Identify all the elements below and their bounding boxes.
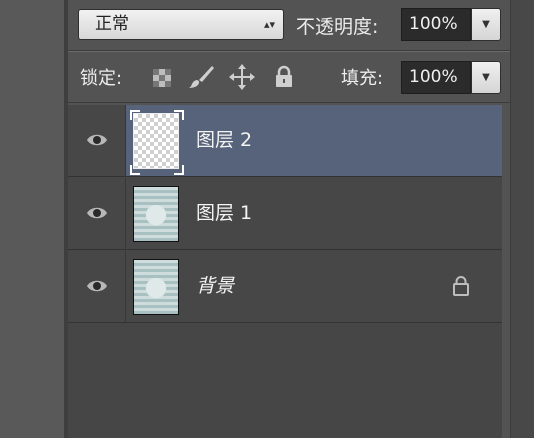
layer-thumbnail (133, 113, 179, 169)
layer-row-layer-1[interactable]: 图层 1 (68, 178, 502, 250)
opacity-label: 不透明度: (296, 16, 379, 38)
left-panel-strip (0, 0, 66, 438)
selection-corner (174, 165, 184, 175)
fill-label: 填充: (341, 68, 384, 89)
opacity-field[interactable]: 100% (401, 8, 471, 41)
lock-transparent-pixels-icon[interactable] (152, 68, 172, 88)
blend-mode-select[interactable]: 正常 ▴▾ (78, 9, 284, 40)
visibility-column (68, 178, 126, 249)
eye-icon[interactable] (86, 132, 108, 148)
divider (68, 102, 510, 103)
eye-icon[interactable] (86, 205, 108, 221)
select-arrows-icon: ▴▾ (263, 18, 275, 31)
lock-image-pixels-brush-icon[interactable] (186, 64, 216, 90)
layer-row-background[interactable]: 背景 (68, 251, 502, 323)
visibility-column (68, 251, 126, 322)
lock-all-icon[interactable] (274, 65, 294, 89)
divider-highlight (68, 51, 510, 52)
selection-corner (174, 110, 184, 120)
lock-label: 锁定: (80, 68, 123, 89)
opacity-dropdown-button[interactable]: ▼ (471, 8, 501, 41)
selection-corner (130, 110, 140, 120)
selection-corner (130, 165, 140, 175)
layer-name: 图层 2 (196, 129, 253, 151)
layer-row-layer-2[interactable]: 图层 2 (68, 105, 502, 177)
layer-name: 背景 (196, 275, 235, 297)
scrollbar-track[interactable] (510, 0, 534, 438)
layer-thumbnail (133, 259, 179, 315)
layer-name: 图层 1 (196, 202, 253, 224)
eye-icon[interactable] (86, 278, 108, 294)
layer-lock-icon[interactable] (452, 276, 470, 296)
blend-mode-value: 正常 (95, 14, 129, 34)
fill-dropdown-button[interactable]: ▼ (471, 61, 501, 94)
layer-thumbnail (133, 186, 179, 242)
visibility-column (68, 105, 126, 176)
lock-position-move-icon[interactable] (229, 64, 255, 90)
fill-field[interactable]: 100% (401, 61, 471, 94)
